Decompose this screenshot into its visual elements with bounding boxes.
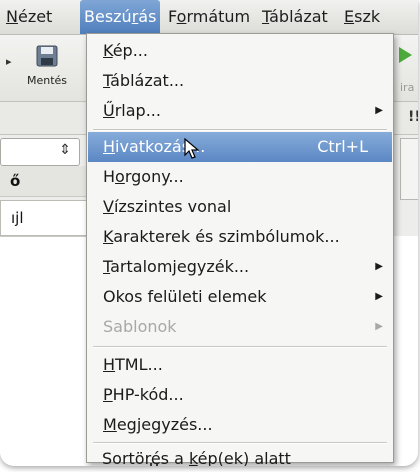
menu-item-megjegyzes[interactable]: Megjegyzés... xyxy=(88,410,392,440)
mouse-pointer-icon xyxy=(184,138,200,159)
editor-window: Nézet Beszúrás Formátum Táblázat Eszk ▸ … xyxy=(0,0,418,466)
submenu-arrow-icon: ▶ xyxy=(375,261,383,272)
panel-cell[interactable]: ıjl xyxy=(0,200,100,236)
menubar: Nézet Beszúrás Formátum Táblázat Eszk xyxy=(0,0,418,35)
menu-item-vizszintes-vonal[interactable]: Vízszintes vonal xyxy=(88,192,392,222)
menu-separator xyxy=(93,129,387,131)
style-select[interactable]: ⇕ xyxy=(0,138,80,166)
submenu-arrow-icon: ▶ xyxy=(375,321,383,332)
menu-eszkozok[interactable]: Eszk xyxy=(340,0,384,34)
toolbar-right-label: ira xyxy=(400,81,415,94)
save-button[interactable]: Mentés xyxy=(18,40,76,96)
menu-formatum[interactable]: Formátum xyxy=(164,0,254,34)
menu-item-hivatkozas[interactable]: Hivatkozás... Ctrl+L xyxy=(88,132,392,162)
menu-item-php-kod[interactable]: PHP-kód... xyxy=(88,380,392,410)
menu-item-tartalomjegyzek[interactable]: Tartalomjegyzék... ▶ xyxy=(88,252,392,282)
green-play-icon[interactable] xyxy=(396,45,414,65)
menu-tablazat[interactable]: Táblázat xyxy=(258,0,332,34)
insert-menu: Kép... Táblázat... Űrlap... ▶ Hivatkozás… xyxy=(86,33,394,463)
menu-item-karakterek[interactable]: Karakterek és szimbólumok... xyxy=(88,222,392,252)
menu-item-html[interactable]: HTML... xyxy=(88,350,392,380)
right-panel-edge xyxy=(400,138,418,200)
menu-item-sablonok: Sablonok ▶ xyxy=(88,312,392,342)
shortcut-label: Ctrl+L xyxy=(317,137,368,156)
menu-nezet[interactable]: Nézet xyxy=(2,0,56,34)
menu-item-tablazat[interactable]: Táblázat... xyxy=(88,66,392,96)
side-panel-body xyxy=(0,236,88,466)
spin-arrows-icon: ⇕ xyxy=(59,142,71,158)
save-icon xyxy=(36,45,58,67)
menu-item-kep[interactable]: Kép... xyxy=(88,36,392,66)
menu-item-okos-feluleti-elemek[interactable]: Okos felületi elemek ▶ xyxy=(88,282,392,312)
toolbar-overflow-icon[interactable]: ▸ xyxy=(6,55,12,68)
menu-item-sortores[interactable]: Sortörés a kép(ek) alatt xyxy=(87,444,391,466)
screenshot-frame: Nézet Beszúrás Formátum Táblázat Eszk ▸ … xyxy=(0,0,420,472)
menu-beszuras[interactable]: Beszúrás xyxy=(80,0,161,34)
menu-item-horgony[interactable]: Horgony... xyxy=(88,162,392,192)
panel-header: ő xyxy=(0,166,98,197)
save-button-label: Mentés xyxy=(26,74,68,87)
submenu-arrow-icon: ▶ xyxy=(375,105,383,116)
submenu-arrow-icon: ▶ xyxy=(375,291,383,302)
menu-item-urlap[interactable]: Űrlap... ▶ xyxy=(88,96,392,126)
warning-icon: !! xyxy=(408,109,418,125)
menu-separator xyxy=(93,346,387,348)
